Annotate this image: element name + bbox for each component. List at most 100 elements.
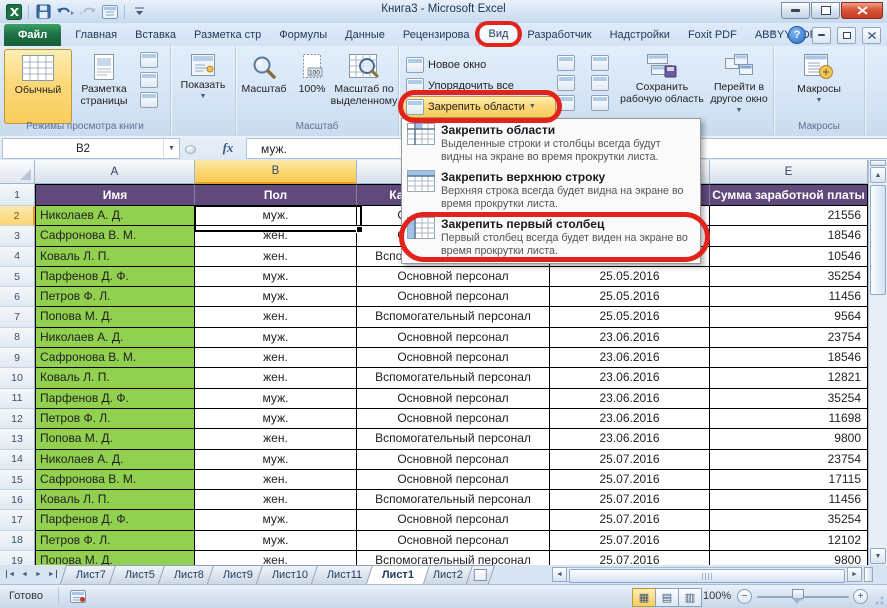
row-number[interactable]: 7 <box>0 307 35 327</box>
synchronous-scrolling-icon[interactable] <box>591 75 609 91</box>
cell-salary[interactable]: 35254 <box>710 267 868 287</box>
switch-windows-button[interactable]: Перейти в другое окно ▼ <box>707 49 771 124</box>
view-page-layout-button[interactable]: ▤ <box>655 588 679 607</box>
tab-view[interactable]: Вид <box>479 22 519 46</box>
row-number[interactable]: 4 <box>0 247 35 267</box>
workbook-restore-icon[interactable] <box>837 27 856 44</box>
cell-gender[interactable]: жен. <box>195 490 357 510</box>
vertical-scrollbar[interactable]: ▲ ▼ <box>868 160 887 565</box>
cell-name[interactable]: Сафронова В. М. <box>35 348 195 368</box>
cell-category[interactable]: Вспомогательный персонал <box>357 429 550 449</box>
cell-category[interactable]: Вспомогательный персонал <box>357 490 550 510</box>
cell-name[interactable]: Николаев А. Д. <box>35 206 195 226</box>
horizontal-scroll-thumb[interactable] <box>569 569 845 583</box>
cell-name[interactable]: Коваль Л. П. <box>35 490 195 510</box>
row-number[interactable]: 6 <box>0 287 35 307</box>
cell-gender[interactable]: муж. <box>195 287 357 307</box>
cell-category[interactable]: Основной персонал <box>357 348 550 368</box>
hide-window-icon[interactable] <box>557 75 575 91</box>
cell-salary[interactable]: 21556 <box>710 206 868 226</box>
cell-date[interactable]: 25.05.2016 <box>550 307 710 327</box>
cell-name[interactable]: Коваль Л. П. <box>35 247 195 267</box>
cell-salary[interactable]: 9564 <box>710 307 868 327</box>
cell-date[interactable]: 25.07.2016 <box>550 470 710 490</box>
cell-salary[interactable]: 10546 <box>710 247 868 267</box>
scroll-up-button[interactable]: ▲ <box>870 167 886 183</box>
select-all-corner[interactable] <box>0 160 35 184</box>
scroll-right-button[interactable]: ► <box>847 567 862 582</box>
page-layout-view-button[interactable]: Разметка страницы <box>72 49 136 122</box>
row-number[interactable]: 19 <box>0 551 35 565</box>
view-side-by-side-icon[interactable] <box>591 55 609 71</box>
touch-mode-button[interactable] <box>100 3 119 20</box>
cell-gender[interactable]: муж. <box>195 531 357 551</box>
next-sheet-button[interactable]: ► <box>32 567 45 581</box>
page-break-preview-icon[interactable] <box>140 52 158 68</box>
cell-name[interactable]: Парфенов Д. Ф. <box>35 267 195 287</box>
column-header-b[interactable]: B <box>195 160 357 184</box>
cell-date[interactable]: 23.06.2016 <box>550 429 710 449</box>
help-icon[interactable]: ? <box>788 26 806 44</box>
tab-addins[interactable]: Надстройки <box>601 24 679 46</box>
cell-date[interactable]: 23.06.2016 <box>550 348 710 368</box>
cell-salary[interactable]: 23754 <box>710 328 868 348</box>
freeze-panes-button[interactable]: Закрепить области ▼ <box>402 96 556 118</box>
cell-name[interactable]: Николаев А. Д. <box>35 450 195 470</box>
cell-gender[interactable]: жен. <box>195 429 357 449</box>
tab-page-layout[interactable]: Разметка стр <box>185 24 270 46</box>
cell-name[interactable]: Сафронова В. М. <box>35 226 195 246</box>
row-number[interactable]: 9 <box>0 348 35 368</box>
cell-category[interactable]: Основной персонал <box>357 470 550 490</box>
header-cell-gender[interactable]: Пол <box>195 184 357 206</box>
cell-date[interactable]: 23.06.2016 <box>550 328 710 348</box>
cell-salary[interactable]: 17115 <box>710 470 868 490</box>
cell-category[interactable]: Вспомогательный персонал <box>357 368 550 388</box>
minimize-button[interactable] <box>781 2 810 19</box>
cell-salary[interactable]: 12102 <box>710 531 868 551</box>
cell-salary[interactable]: 9800 <box>710 551 868 565</box>
cell-name[interactable]: Попова М. Д. <box>35 429 195 449</box>
row-number[interactable]: 17 <box>0 510 35 530</box>
tab-formulas[interactable]: Формулы <box>270 24 336 46</box>
insert-function-button[interactable]: fx <box>212 138 244 157</box>
row-number[interactable]: 3 <box>0 226 35 246</box>
cell-gender[interactable]: муж. <box>195 409 357 429</box>
cell-date[interactable]: 25.07.2016 <box>550 510 710 530</box>
cell-name[interactable]: Парфенов Д. Ф. <box>35 510 195 530</box>
cell-category[interactable]: Основной персонал <box>357 328 550 348</box>
cell-salary[interactable]: 12821 <box>710 368 868 388</box>
zoom-out-button[interactable]: − <box>737 589 752 604</box>
cell-date[interactable]: 25.07.2016 <box>550 490 710 510</box>
row-number[interactable]: 1 <box>0 184 35 206</box>
close-button[interactable] <box>841 2 883 19</box>
cell-gender[interactable]: жен. <box>195 247 357 267</box>
formula-bar-handle[interactable] <box>185 145 196 154</box>
cell-gender[interactable]: муж. <box>195 510 357 530</box>
full-screen-icon[interactable] <box>140 92 158 108</box>
zoom-to-selection-button[interactable]: Масштаб по выделенному <box>332 49 396 124</box>
cell-salary[interactable]: 11456 <box>710 490 868 510</box>
restore-button[interactable] <box>811 2 840 19</box>
save-workspace-button[interactable]: Сохранить рабочую область <box>617 49 707 124</box>
prev-sheet-button[interactable]: ◄ <box>18 567 31 581</box>
tab-developer[interactable]: Разработчик <box>518 24 600 46</box>
row-number[interactable]: 5 <box>0 267 35 287</box>
cell-gender[interactable]: муж. <box>195 328 357 348</box>
row-number[interactable]: 10 <box>0 368 35 388</box>
menu-item-freeze-first-column[interactable]: Закрепить первый столбец Первый столбец … <box>402 214 700 261</box>
column-header-e[interactable]: E <box>710 160 868 184</box>
cell-name[interactable]: Парфенов Д. Ф. <box>35 389 195 409</box>
cell-name[interactable]: Сафронова В. М. <box>35 470 195 490</box>
save-button[interactable] <box>34 3 53 20</box>
cell-gender[interactable]: жен. <box>195 348 357 368</box>
insert-sheet-button[interactable] <box>466 565 495 584</box>
zoom-slider-thumb[interactable] <box>792 589 804 599</box>
horizontal-split-handle[interactable] <box>864 567 873 582</box>
cell-date[interactable]: 25.05.2016 <box>550 267 710 287</box>
header-cell-salary[interactable]: Сумма заработной платы <box>710 184 868 206</box>
zoom-button[interactable]: Масштаб <box>238 49 290 122</box>
macros-button[interactable]: Макросы ▼ <box>787 49 851 112</box>
cell-salary[interactable]: 18546 <box>710 348 868 368</box>
cell-date[interactable]: 25.07.2016 <box>550 450 710 470</box>
window-resize-grip[interactable] <box>873 594 885 606</box>
